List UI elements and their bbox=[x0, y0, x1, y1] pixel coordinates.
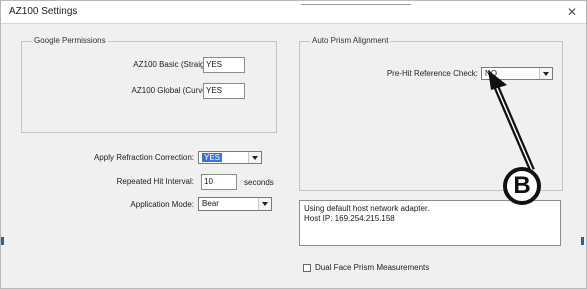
chevron-down-icon[interactable] bbox=[258, 198, 271, 210]
close-icon[interactable]: ✕ bbox=[563, 3, 581, 21]
dual-face-checkbox[interactable] bbox=[303, 264, 311, 272]
right-edge-mark bbox=[581, 237, 584, 245]
google-permissions-group: Google Permissions AZ100 Basic (Straight… bbox=[21, 36, 277, 133]
google-permissions-legend: Google Permissions bbox=[32, 36, 108, 45]
repeated-hit-field[interactable]: 10 bbox=[201, 174, 237, 190]
refraction-select[interactable]: YES bbox=[198, 151, 262, 164]
global-curved-field[interactable]: YES bbox=[203, 83, 245, 99]
application-mode-label: Application Mode: bbox=[130, 200, 194, 209]
application-mode-value: Bear bbox=[202, 199, 219, 208]
chevron-down-icon[interactable] bbox=[248, 152, 261, 163]
seconds-unit: seconds bbox=[244, 178, 274, 187]
network-info-box[interactable]: Using default host network adapter. Host… bbox=[299, 200, 561, 246]
application-mode-select[interactable]: Bear bbox=[198, 197, 272, 211]
callout-b-badge: B bbox=[503, 167, 541, 205]
basic-straight-field[interactable]: YES bbox=[203, 57, 245, 73]
auto-prism-legend: Auto Prism Alignment bbox=[310, 36, 391, 45]
host-ip-text: Host IP: 169.254.215.158 bbox=[304, 214, 395, 223]
pre-hit-label: Pre-Hit Reference Check: bbox=[386, 69, 478, 78]
callout-arrow bbox=[488, 70, 535, 172]
left-edge-mark bbox=[1, 237, 4, 245]
window-title: AZ100 Settings bbox=[9, 6, 78, 17]
repeated-hit-label: Repeated Hit Interval: bbox=[116, 177, 194, 186]
title-bar: AZ100 Settings ✕ bbox=[1, 1, 586, 24]
title-divider bbox=[301, 4, 411, 5]
refraction-label: Apply Refraction Correction: bbox=[93, 153, 194, 162]
refraction-value: YES bbox=[202, 153, 223, 162]
dual-face-label: Dual Face Prism Measurements bbox=[315, 263, 430, 272]
network-adapter-text: Using default host network adapter. bbox=[304, 204, 430, 213]
